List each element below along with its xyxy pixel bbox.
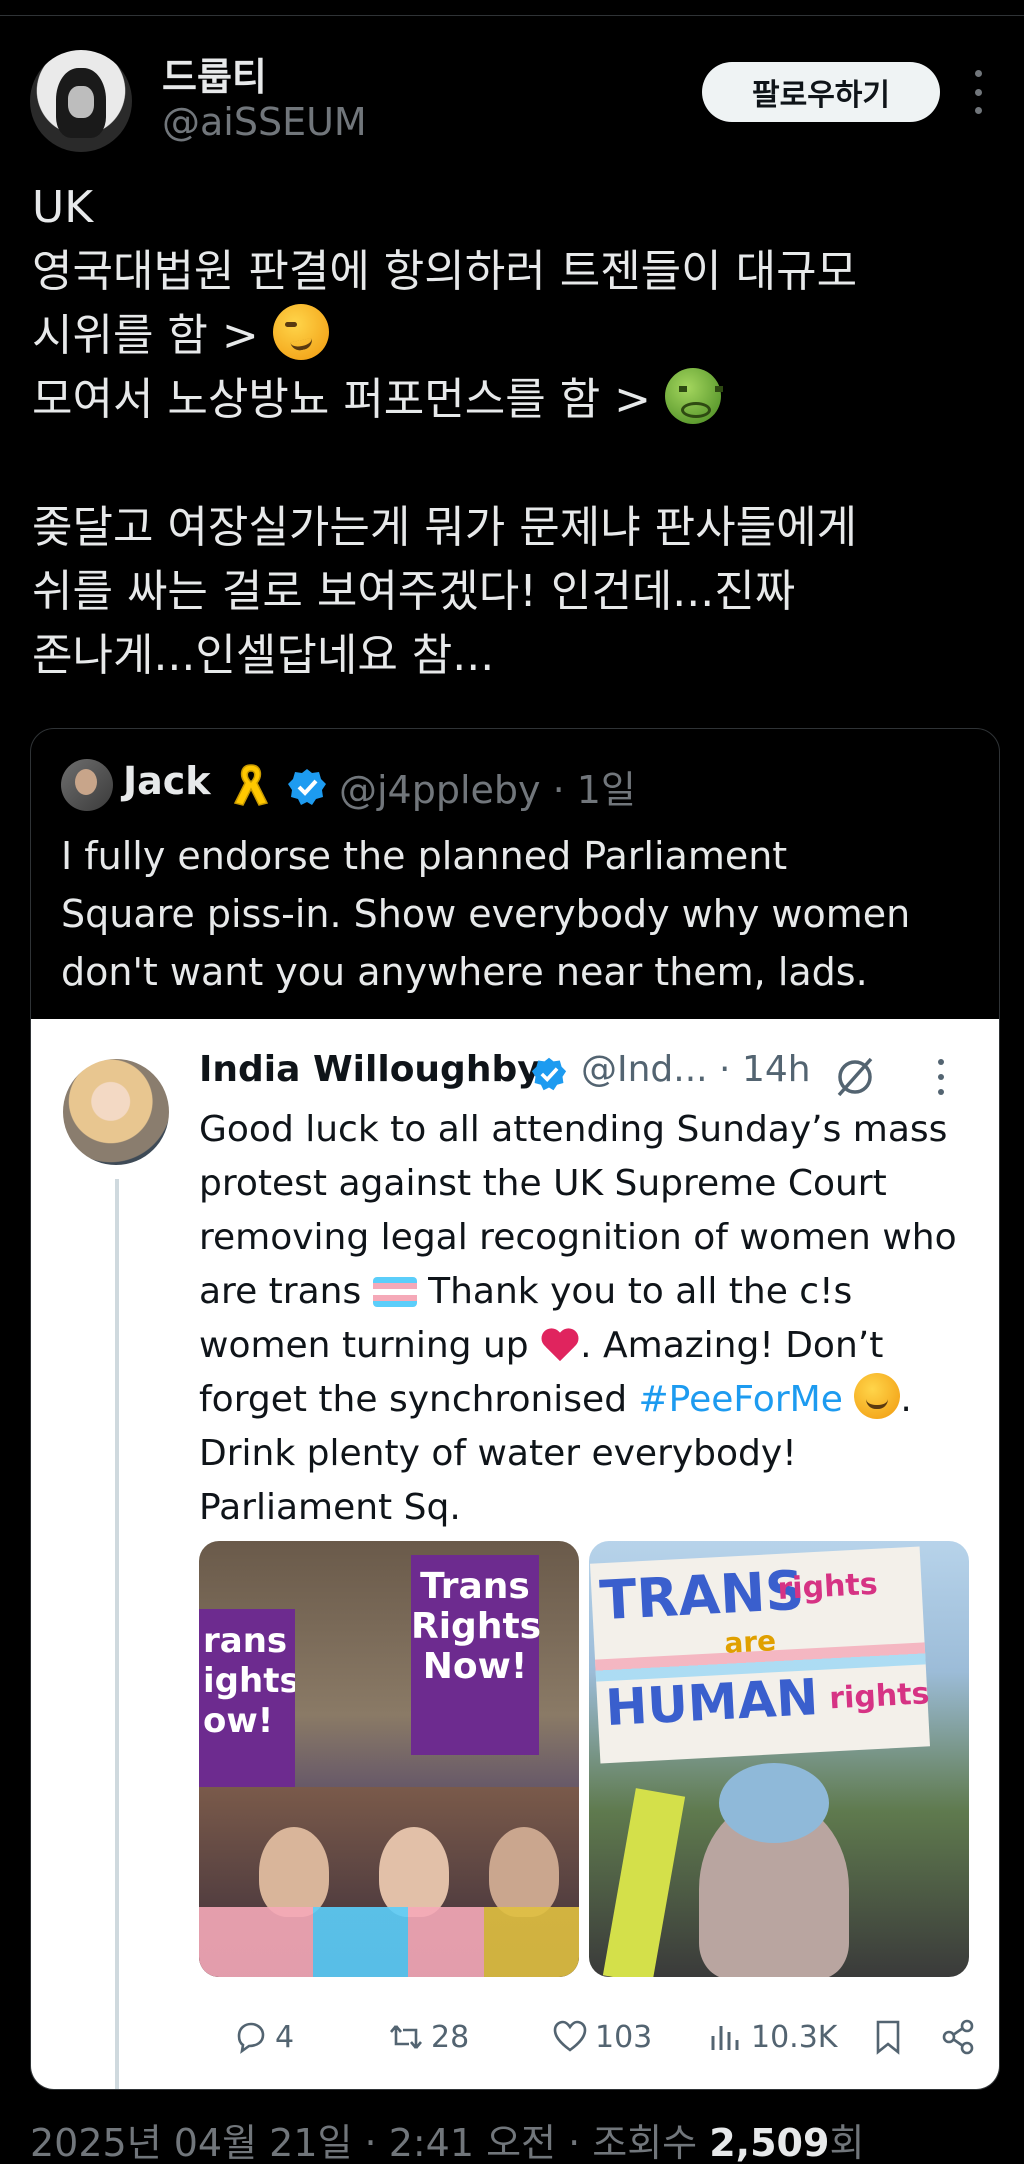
- grok-icon: [837, 1057, 873, 1097]
- jacket-shape: [602, 1788, 686, 1977]
- views-stat: 10.3K: [707, 2018, 837, 2056]
- tweet-line: UK: [32, 182, 94, 233]
- protest-photo-right: TRANS rights are HUMAN rights: [589, 1541, 969, 1977]
- embedded-line: women turning up . Amazing! Don’t: [199, 1325, 884, 1366]
- embedded-line: protest against the UK Supreme Court: [199, 1163, 887, 1204]
- crowd-shape: [199, 1787, 579, 1977]
- red-heart-emoji-icon: [540, 1327, 580, 1363]
- heart-outline-icon: [553, 2020, 587, 2052]
- share-icon: [942, 2019, 974, 2055]
- embedded-action-bar: 4 28 103 10.3K: [199, 2009, 989, 2065]
- quote-handle-time[interactable]: @j4ppleby · 1일: [339, 759, 636, 814]
- protest-photo-left: rans ights ow! Trans Rights Now!: [199, 1541, 579, 1977]
- analytics-bar-icon: [711, 2026, 739, 2050]
- yellow-ribbon-icon: [233, 764, 269, 806]
- tweet-line: 존나게...인셀답네요 참...: [32, 630, 495, 681]
- embedded-author-name: India Willoughby: [199, 1049, 541, 1090]
- thread-line: [115, 1179, 119, 2089]
- transgender-flag-emoji-icon: [372, 1277, 417, 1307]
- avatar-face-shape: [68, 86, 94, 118]
- protest-sign-trans-rights-now: Trans Rights Now!: [411, 1555, 541, 1755]
- tweet-line: 쉬를 싸는 걸로 보여주겠다! 인건데...진짜: [32, 566, 796, 617]
- tweet-line: 좆달고 여장실가는게 뭐가 문제냐 판사들에게: [32, 502, 858, 553]
- like-stat: 103: [551, 2018, 652, 2056]
- tweet-line: 모여서 노상방뇨 퍼포먼스를 함 >: [32, 368, 992, 432]
- embedded-line: are trans Thank you to all the c!s: [199, 1271, 853, 1312]
- views-suffix: 회: [829, 2121, 865, 2164]
- hashtag-link: #PeeForMe: [638, 1379, 843, 1420]
- embedded-more-icon: [936, 1059, 946, 1095]
- embedded-author-avatar: [63, 1059, 169, 1165]
- embedded-line: Drink plenty of water everybody!: [199, 1433, 797, 1474]
- tweet-text: UK 영국대법원 판결에 항의하러 트젠들이 대규모 시위를 함 > 모여서 노…: [32, 176, 992, 688]
- trans-rights-human-rights-sign: TRANS rights are HUMAN rights: [589, 1546, 930, 1764]
- quote-author-avatar[interactable]: [61, 759, 113, 811]
- retweet-icon: [390, 2025, 422, 2049]
- retweet-stat: 28: [387, 2018, 469, 2056]
- embedded-tweet-screenshot[interactable]: India Willoughby @Ind... · 14h Good luck…: [31, 1019, 999, 2089]
- quote-author-name[interactable]: Jack: [123, 759, 211, 803]
- tweet-line: 시위를 함 >: [32, 304, 992, 368]
- quote-text: I fully endorse the planned Parliament S…: [61, 827, 981, 1001]
- follow-button[interactable]: 팔로우하기: [702, 62, 940, 122]
- share-action: [939, 2018, 977, 2056]
- bookmark-icon: [876, 2020, 900, 2055]
- tweet-line: 영국대법원 판결에 항의하러 트젠들이 대규모: [32, 246, 858, 297]
- top-divider: [0, 0, 1024, 16]
- author-display-name[interactable]: 드룹티: [162, 46, 267, 101]
- embedded-line: removing legal recognition of women who: [199, 1217, 957, 1258]
- quote-line: I fully endorse the planned Parliament: [61, 834, 788, 878]
- bookmark-action: [869, 2018, 907, 2056]
- protest-sign-partial: rans ights ow!: [199, 1609, 295, 1805]
- quote-line: Square piss-in. Show everybody why women: [61, 892, 911, 936]
- embedded-tweet-text: Good luck to all attending Sunday’s mass…: [199, 1103, 989, 1535]
- verified-badge-icon: [288, 769, 326, 805]
- winking-face-emoji-icon: [854, 1373, 901, 1419]
- tweet-timestamp-views: 2025년 04월 21일 · 2:41 오전 · 조회수 2,509회: [30, 2112, 864, 2164]
- embedded-line: forget the synchronised #PeeForMe .: [199, 1373, 989, 1427]
- timestamp-text[interactable]: 2025년 04월 21일 · 2:41 오전 · 조회수: [30, 2121, 709, 2164]
- quoted-tweet-card[interactable]: Jack @j4ppleby · 1일 I fully endorse the …: [30, 728, 1000, 2090]
- author-avatar[interactable]: [30, 50, 132, 152]
- embedded-line: Parliament Sq.: [199, 1487, 461, 1528]
- more-options-icon[interactable]: [972, 70, 984, 114]
- reply-stat: 4: [231, 2018, 294, 2056]
- verified-badge-icon: [531, 1057, 567, 1091]
- embedded-line: Good luck to all attending Sunday’s mass: [199, 1109, 948, 1150]
- reply-icon: [237, 2022, 265, 2054]
- person-blue-hair-shape: [699, 1763, 849, 1977]
- nauseated-face-emoji-icon: [665, 368, 724, 424]
- author-handle[interactable]: @aiSSEUM: [162, 100, 367, 144]
- quote-line: don't want you anywhere near them, lads.: [61, 950, 868, 994]
- smirking-face-emoji-icon: [272, 304, 329, 360]
- views-count: 2,509: [709, 2121, 830, 2164]
- tweet-line: [32, 432, 992, 496]
- embedded-handle-time: @Ind... · 14h: [581, 1049, 811, 1090]
